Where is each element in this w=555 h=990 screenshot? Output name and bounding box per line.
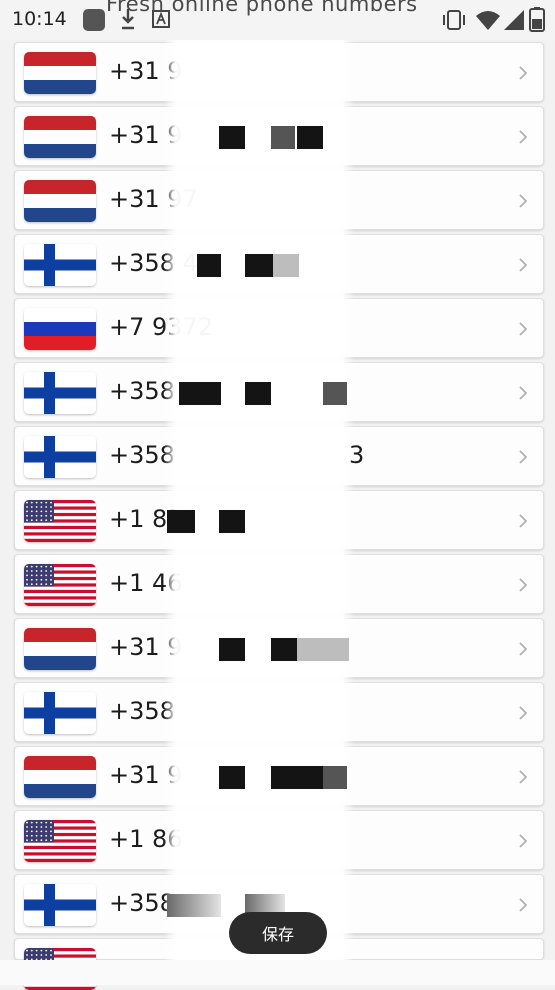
vibrate-icon (443, 10, 465, 30)
phone-number-row[interactable]: +31 9 (14, 746, 544, 806)
wifi-icon (476, 11, 500, 30)
phone-number-text: +31 97 (109, 185, 198, 213)
chevron-right-icon (519, 898, 528, 912)
phone-number-text: +358 4 (109, 249, 198, 277)
flag-fi-icon (24, 244, 96, 286)
flag-fi-icon (24, 436, 96, 478)
redaction-block (273, 254, 299, 277)
flag-nl-icon (24, 116, 96, 158)
chevron-right-icon (519, 834, 528, 848)
phone-number-text: +31 9 (109, 761, 183, 789)
redaction-block (219, 766, 245, 789)
redaction-block (219, 510, 245, 533)
chevron-right-icon (519, 706, 528, 720)
phone-number-text: +1 86 (109, 825, 183, 853)
phone-number-row[interactable]: +358 (14, 682, 544, 742)
redaction-block (219, 126, 245, 149)
phone-number-row[interactable]: +31 9 (14, 106, 544, 166)
status-bar: 10:14 Fresh online phone numbers (0, 0, 555, 40)
phone-number-text: +358 (109, 697, 175, 725)
redaction-block (245, 382, 271, 405)
redaction-block (271, 638, 297, 661)
flag-nl-icon (24, 628, 96, 670)
redaction-block (297, 638, 349, 661)
phone-number-tail: 3 (349, 441, 365, 469)
phone-number-text: +31 9 (109, 57, 183, 85)
flag-nl-icon (24, 756, 96, 798)
phone-number-row[interactable]: +358 4 (14, 234, 544, 294)
flag-fi-icon (24, 372, 96, 414)
redaction-block (245, 254, 273, 277)
page-title: Fresh online phone numbers (106, 0, 418, 16)
phone-number-row[interactable]: +31 9 (14, 618, 544, 678)
chevron-right-icon (519, 322, 528, 336)
flag-nl-icon (24, 180, 96, 222)
chevron-right-icon (519, 258, 528, 272)
phone-number-row[interactable]: +31 9 (14, 42, 544, 102)
phone-number-list: +31 9 +31 9 +31 97 +358 4 +7 9372 +358 4 +358 3… (14, 42, 544, 990)
redaction-block (271, 766, 327, 789)
chevron-right-icon (519, 578, 528, 592)
redaction-block (167, 510, 195, 533)
app-square-icon (83, 9, 105, 31)
redaction-block (323, 382, 347, 405)
save-toast[interactable]: 保存 (229, 912, 327, 954)
flag-ru-icon (24, 308, 96, 350)
signal-icon (504, 10, 524, 30)
chevron-right-icon (519, 514, 528, 528)
redaction-block (219, 638, 245, 661)
redaction-block (323, 766, 347, 789)
chevron-right-icon (519, 194, 528, 208)
chevron-right-icon (519, 130, 528, 144)
phone-number-row[interactable]: +7 9372 (14, 298, 544, 358)
phone-number-row[interactable]: +31 97 (14, 170, 544, 230)
flag-us-icon (24, 820, 96, 862)
redaction-block (167, 894, 221, 917)
chevron-right-icon (519, 770, 528, 784)
redaction-block (271, 126, 295, 149)
chevron-right-icon (519, 66, 528, 80)
flag-nl-icon (24, 52, 96, 94)
phone-number-row[interactable]: +358 3 (14, 426, 544, 486)
phone-number-row[interactable]: +1 83 (14, 490, 544, 550)
phone-number-text: +1 46 (109, 569, 183, 597)
chevron-right-icon (519, 642, 528, 656)
phone-number-row[interactable]: +358 4 (14, 362, 544, 422)
phone-number-row[interactable]: +1 46 (14, 554, 544, 614)
chevron-right-icon (519, 450, 528, 464)
bottom-bar (0, 960, 555, 985)
phone-number-text: +7 9372 (109, 313, 214, 341)
phone-number-text: +358 (109, 889, 175, 917)
flag-us-icon (24, 564, 96, 606)
phone-number-text: +31 9 (109, 121, 183, 149)
flag-fi-icon (24, 884, 96, 926)
chevron-right-icon (519, 386, 528, 400)
flag-fi-icon (24, 692, 96, 734)
redaction-block (179, 382, 221, 405)
battery-icon (529, 7, 545, 32)
phone-number-row[interactable]: +1 86 (14, 810, 544, 870)
redaction-block (297, 126, 323, 149)
redaction-block (197, 254, 221, 277)
status-time: 10:14 (12, 8, 67, 30)
flag-us-icon (24, 500, 96, 542)
phone-number-text: +358 (109, 441, 175, 469)
phone-number-text: +31 9 (109, 633, 183, 661)
